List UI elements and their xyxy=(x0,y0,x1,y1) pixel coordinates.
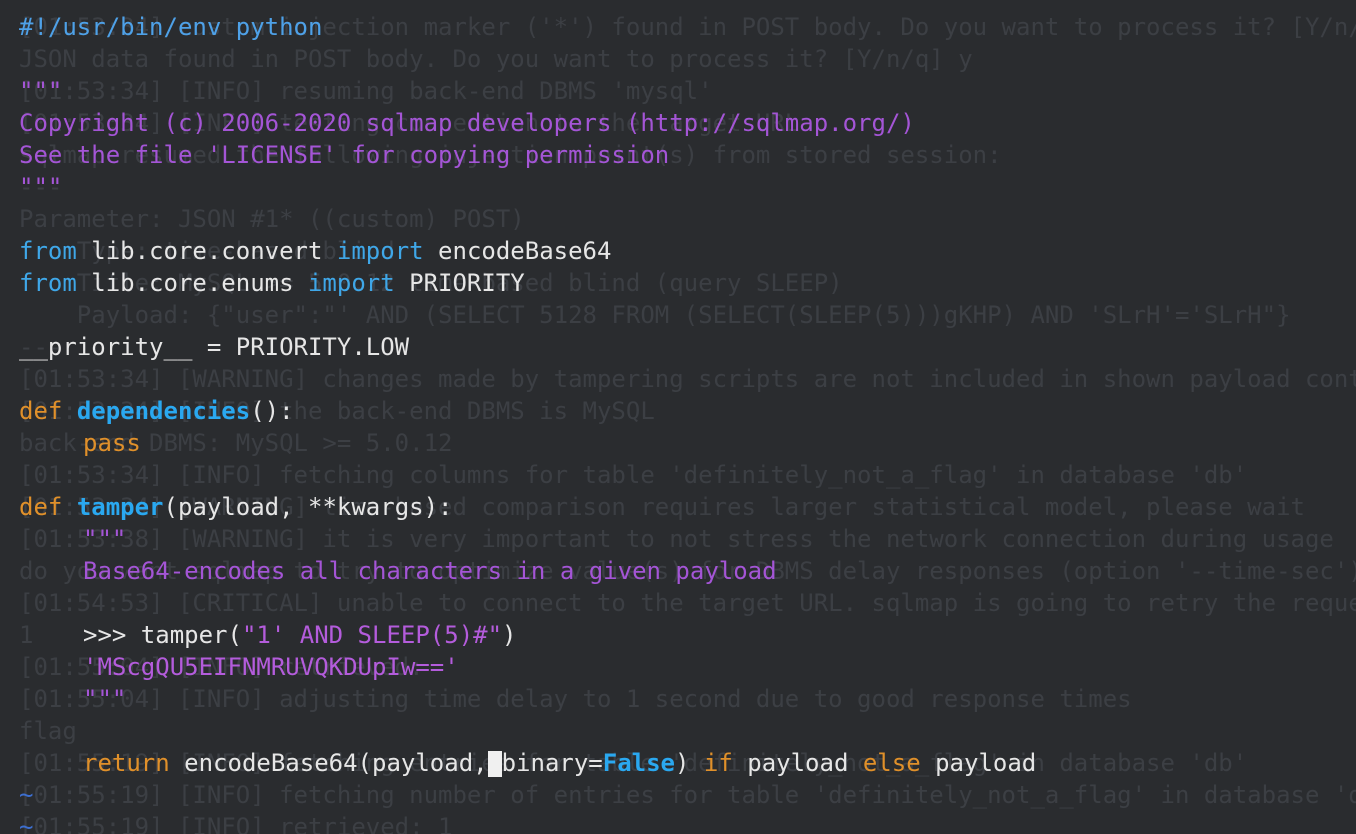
import-keyword: import xyxy=(307,269,395,297)
code-line-copyright: Copyright (c) 2006-2020 sqlmap developer… xyxy=(19,107,915,139)
code-line-license: See the file 'LICENSE' for copying permi… xyxy=(19,139,669,171)
false-literal: False xyxy=(602,749,675,777)
code-line-shebang: #!/usr/bin/env python xyxy=(19,11,322,43)
background-output-line: [01:53:34] [INFO] resuming back-end DBMS… xyxy=(19,77,713,105)
terminal-window[interactable]: [01:53:34] custom injection marker ('*')… xyxy=(0,0,1356,834)
background-output-line: flag xyxy=(19,717,77,745)
text-cursor[interactable] xyxy=(487,751,502,777)
module-name: lib.core.enums xyxy=(76,269,308,297)
function-name-tamper: tamper xyxy=(76,493,164,521)
code-line-doc-open: """ xyxy=(19,75,62,107)
doctest-close-paren: ) xyxy=(502,621,517,649)
background-output-line: JSON data found in POST body. Do you wan… xyxy=(19,45,973,73)
else-keyword: else xyxy=(862,749,921,777)
else-value: payload xyxy=(920,749,1037,777)
pass-keyword: pass xyxy=(83,429,141,457)
background-output-line: [01:53:34] [INFO] fetching columns for t… xyxy=(19,461,1248,489)
tilde-marker: ~ xyxy=(19,781,34,809)
background-output-line: [01:55:04] [INFO] adjusting time delay t… xyxy=(19,685,1132,713)
binary-argument: binary= xyxy=(501,749,603,777)
from-keyword: from xyxy=(19,269,77,297)
docstring-close: """ xyxy=(83,685,127,713)
imported-name: encodeBase64 xyxy=(423,237,612,265)
code-line-example: >>> tamper("1' AND SLEEP(5)#") xyxy=(19,619,517,651)
background-output-line: Parameter: JSON #1* ((custom) POST) xyxy=(19,205,525,233)
code-line-priority: __priority__ = PRIORITY.LOW xyxy=(19,331,409,363)
doctest-result: 'MScgQU5EIFNMRUVQKDUpIw==' xyxy=(83,653,459,681)
call-close: ) xyxy=(675,749,704,777)
return-keyword: return xyxy=(83,749,170,777)
code-line-example-result: 'MScgQU5EIFNMRUVQKDUpIw==' xyxy=(19,651,459,683)
code-line-import-convert: from lib.core.convert import encodeBase6… xyxy=(19,235,611,267)
code-line-doc-close: """ xyxy=(19,171,62,203)
imported-name: PRIORITY xyxy=(394,269,525,297)
docstring-description: Base64-encodes all characters in a given… xyxy=(83,557,777,585)
module-name: lib.core.convert xyxy=(76,237,337,265)
def-keyword: def xyxy=(19,493,63,521)
docstring-close: """ xyxy=(19,173,63,201)
function-signature: (): xyxy=(250,397,294,425)
tilde-marker: ~ xyxy=(19,813,34,834)
code-line-def-tamper: def tamper(payload, **kwargs): xyxy=(19,491,453,523)
return-call: encodeBase64(payload, xyxy=(169,749,488,777)
background-output-line: [01:55:19] [INFO] retrieved: 1 xyxy=(19,813,453,834)
function-name-dependencies: dependencies xyxy=(76,397,251,425)
function-signature: (payload, **kwargs): xyxy=(163,493,453,521)
license-text: See the file 'LICENSE' for copying permi… xyxy=(19,141,670,169)
docstring-open: """ xyxy=(19,77,63,105)
shebang-text: #!/usr/bin/env python xyxy=(19,13,323,41)
code-line-docstring-close: """ xyxy=(19,683,126,715)
background-output-line: [01:55:19] [INFO] fetching number of ent… xyxy=(19,781,1356,809)
doctest-prompt: >>> tamper( xyxy=(83,621,242,649)
code-line-return: return encodeBase64(payload, binary=False… xyxy=(19,747,1036,779)
doctest-argument: "1' AND SLEEP(5)#" xyxy=(241,621,503,649)
def-keyword: def xyxy=(19,397,63,425)
code-line-import-enums: from lib.core.enums import PRIORITY xyxy=(19,267,525,299)
code-line-pass: pass xyxy=(19,427,141,459)
background-output-line: [01:53:38] [WARNING] it is very importan… xyxy=(19,525,1334,553)
copyright-text: Copyright (c) 2006-2020 sqlmap developer… xyxy=(19,109,915,137)
condition: payload xyxy=(732,749,863,777)
empty-line-tilde: ~ xyxy=(19,811,33,834)
docstring-open: """ xyxy=(83,525,127,553)
background-output-line: [01:54:53] [CRITICAL] unable to connect … xyxy=(19,589,1356,617)
priority-assignment: __priority__ = PRIORITY.LOW xyxy=(19,333,410,361)
background-output-line: Payload: {"user":"' AND (SELECT 5128 FRO… xyxy=(19,301,1291,329)
empty-line-tilde: ~ xyxy=(19,779,33,811)
if-keyword: if xyxy=(703,749,733,777)
code-line-docstring-open: """ xyxy=(19,523,126,555)
code-line-docstring-desc: Base64-encodes all characters in a given… xyxy=(19,555,777,587)
code-line-def-dependencies: def dependencies(): xyxy=(19,395,294,427)
from-keyword: from xyxy=(19,237,77,265)
import-keyword: import xyxy=(336,237,424,265)
background-output-line: [01:53:34] [WARNING] changes made by tam… xyxy=(19,365,1356,393)
